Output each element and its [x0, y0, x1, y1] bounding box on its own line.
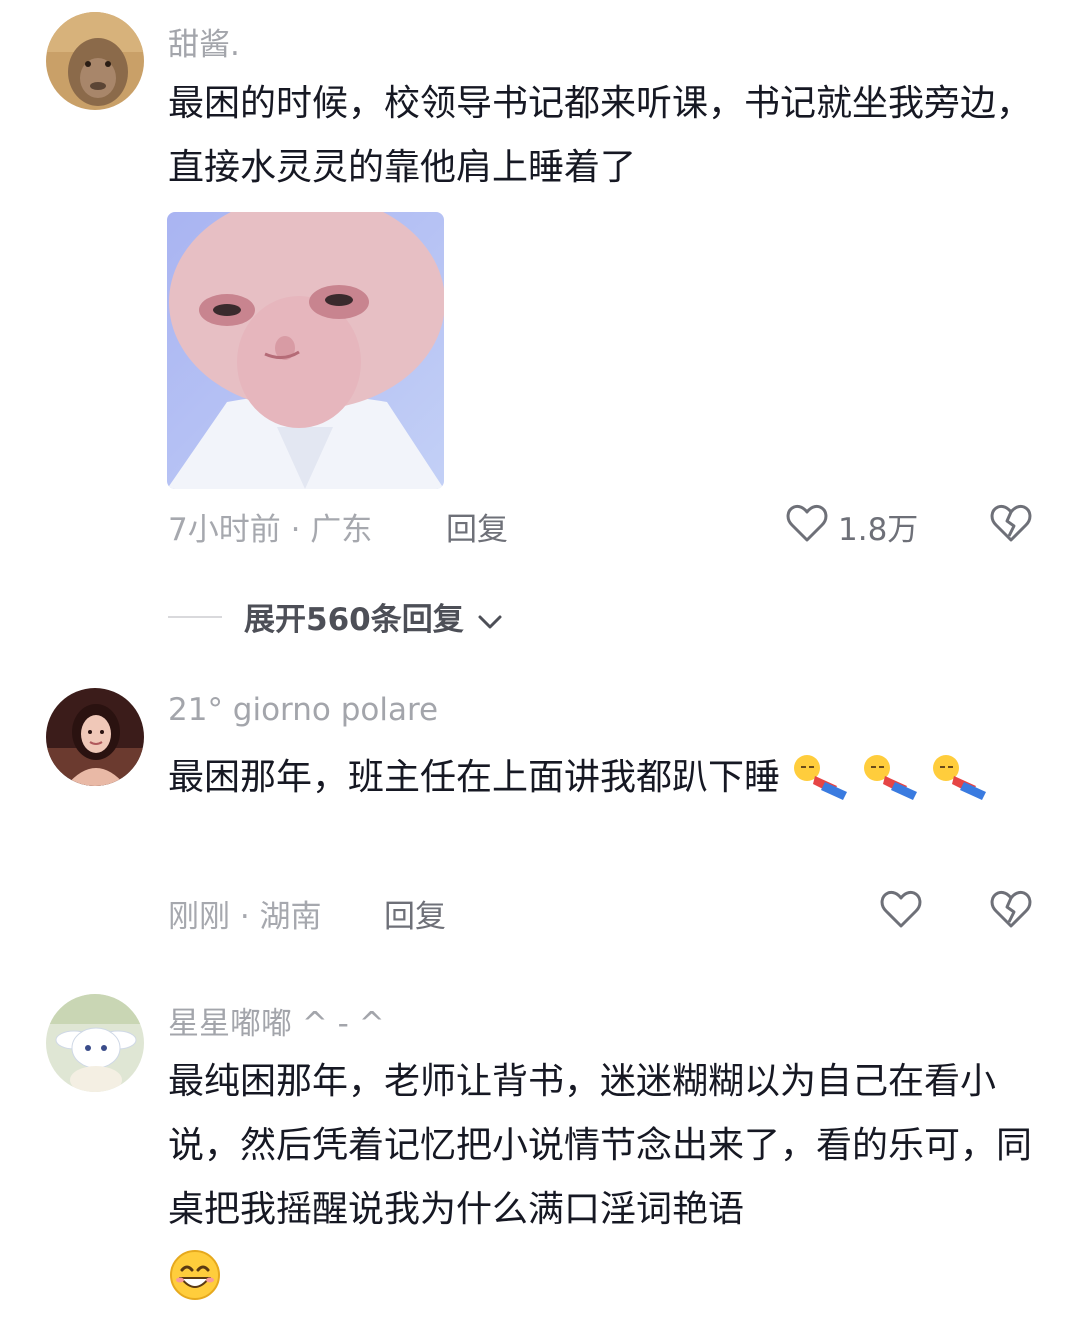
reply-button[interactable]: 回复 [384, 891, 446, 936]
grinning-emoji-icon [170, 1250, 220, 1300]
monkey-avatar-icon [46, 12, 144, 110]
username[interactable]: 21° giorno polare [168, 692, 438, 728]
sleeping-person-emoji-icon [794, 755, 848, 800]
broken-heart-icon[interactable] [988, 500, 1034, 546]
face-meme-image-icon [167, 212, 444, 489]
comment-text-content: 最纯困那年，老师让背书，迷迷糊糊以为自己在看小说，然后凭着记忆把小说情节念出来了… [168, 1061, 1033, 1230]
cinnamoroll-avatar-icon [46, 994, 144, 1092]
expand-replies-button[interactable]: 展开560条回复 [244, 594, 505, 639]
like-count: 1.8万 [838, 512, 919, 548]
comment-image[interactable] [167, 212, 444, 489]
username[interactable]: 星星嘟嘟 ^ - ^ [168, 998, 385, 1043]
sleeping-person-emoji-icon [933, 755, 987, 800]
sleeping-person-emoji-icon [863, 755, 917, 800]
expand-replies-label: 展开560条回复 [244, 602, 464, 638]
divider [168, 616, 222, 618]
comment-text: 最困的时候，校领导书记都来听课，书记就坐我旁边，直接水灵灵的靠他肩上睡着了 [168, 83, 1033, 188]
comment-meta: 7小时前 · 广东 [168, 512, 373, 548]
avatar[interactable] [46, 688, 144, 786]
avatar[interactable] [46, 12, 144, 110]
heart-icon[interactable] [878, 886, 924, 932]
comment-text: 最纯困那年，老师让背书，迷迷糊糊以为自己在看小说，然后凭着记忆把小说情节念出来了… [168, 1050, 1038, 1306]
broken-heart-icon[interactable] [988, 886, 1034, 932]
comment-meta: 刚刚 · 湖南 [168, 899, 322, 935]
comment-text-content: 最困那年，班主任在上面讲我都趴下睡 [168, 757, 781, 798]
avatar[interactable] [46, 994, 144, 1092]
username[interactable]: 甜酱. [168, 19, 240, 64]
heart-icon[interactable] [784, 500, 830, 546]
chevron-down-icon [478, 615, 502, 628]
comment-text: 最困那年，班主任在上面讲我都趴下睡 [168, 746, 1038, 810]
woman-avatar-icon [46, 688, 144, 786]
reply-button[interactable]: 回复 [446, 504, 508, 549]
